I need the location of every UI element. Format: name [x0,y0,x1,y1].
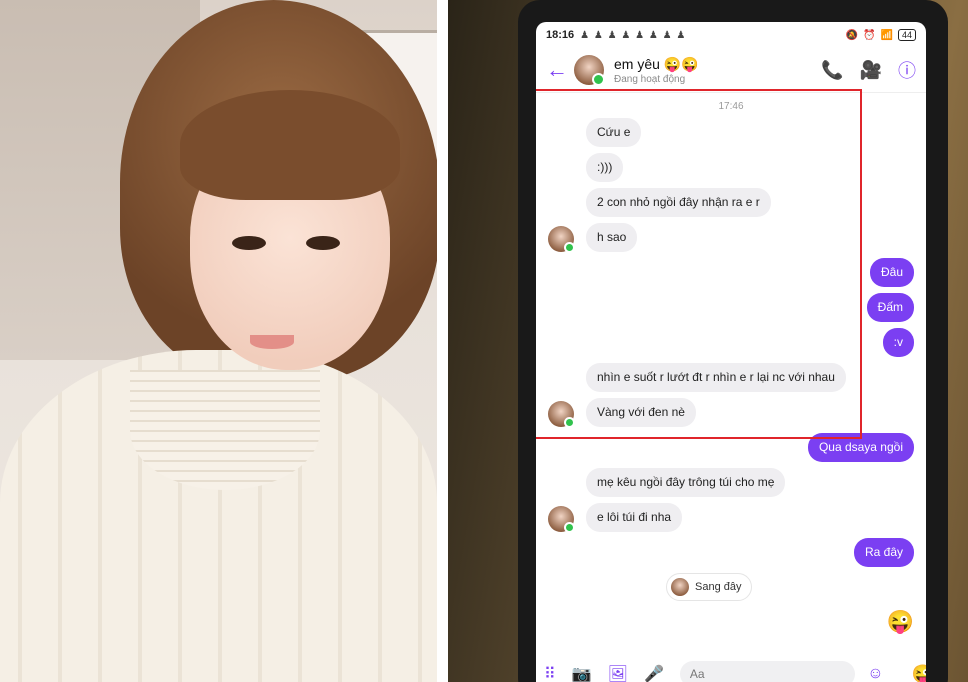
message-row: e lôi túi đi nha [548,503,914,533]
reaction-text: Sang đây [695,581,742,593]
left-eye [232,236,266,250]
phone-photo: 18:16 ♟ ♟ ♟ ♟ ♟ ♟ ♟ ♟ 🔕 ⏰ 📶 44 ← em yêu … [448,0,968,682]
message-row: :))) [548,153,914,182]
wifi-icon: 📶 [880,29,893,41]
battery-indicator: 44 [897,29,916,41]
sender-avatar[interactable] [548,401,575,428]
outgoing-message-bubble[interactable]: Ra đây [853,538,914,567]
message-row: Đấm [548,293,914,322]
outgoing-message-bubble[interactable]: Đâu [869,258,914,287]
quick-reaction-icon[interactable]: 😜 [912,664,926,682]
message-row: Vàng với đen nè [548,398,914,428]
reaction-chip[interactable]: Sang đây [666,573,753,601]
outgoing-message-bubble[interactable]: Đấm [866,293,914,322]
incoming-message-bubble[interactable]: Vàng với đen nè [586,398,696,427]
incoming-message-bubble[interactable]: h sao [586,223,638,252]
chat-timestamp: 17:46 [718,101,744,112]
message-row: nhìn e suốt r lướt đt r nhìn e r lại nc … [548,363,914,392]
portrait-photo [0,0,437,682]
phone-call-icon[interactable]: 📞 [821,60,843,81]
chat-header: ← em yêu 😜😜 Đang hoạt động 📞 🎥 ⓘ [536,48,926,93]
online-indicator [564,522,575,533]
status-bar: 18:16 ♟ ♟ ♟ ♟ ♟ ♟ ♟ ♟ 🔕 ⏰ 📶 44 [536,22,926,48]
back-arrow-icon[interactable]: ← [546,57,574,83]
contact-status: Đang hoạt động [614,73,686,85]
sender-avatar[interactable] [548,506,575,533]
microphone-icon[interactable]: 🎤 [644,664,664,682]
online-indicator [564,417,575,428]
message-row: Cứu e [548,118,914,147]
incoming-message-bubble[interactable]: e lôi túi đi nha [586,503,683,532]
messenger-screen: 18:16 ♟ ♟ ♟ ♟ ♟ ♟ ♟ ♟ 🔕 ⏰ 📶 44 ← em yêu … [536,22,926,682]
reaction-avatar [671,578,689,596]
notification-icons: ♟ ♟ ♟ ♟ ♟ ♟ ♟ ♟ [580,29,687,41]
message-input[interactable]: Aa [679,661,856,682]
message-row: h sao [548,223,914,253]
sender-avatar[interactable] [548,226,575,253]
hair-bangs [180,90,400,200]
message-row: Qua dsaya ngồi [548,433,914,462]
message-row: :v [548,328,914,357]
incoming-message-bubble[interactable]: 2 con nhỏ ngồi đây nhận ra e r [586,188,771,217]
online-indicator [592,73,605,86]
emoji-picker-icon[interactable]: ☺ [867,665,883,682]
incoming-message-bubble[interactable]: Cứu e [586,118,642,147]
contact-name: em yêu 😜😜 [614,55,699,72]
gallery-icon[interactable]: 🖼 [608,664,628,682]
incoming-message-bubble[interactable]: mẹ kêu ngồi đây trông túi cho mẹ [586,468,786,497]
camera-icon[interactable]: 📷 [572,664,592,682]
contact-avatar[interactable] [574,55,605,86]
outgoing-message-bubble[interactable]: Qua dsaya ngồi [807,433,914,462]
status-time: 18:16 [546,29,575,41]
mute-icon: 🔕 [845,29,859,41]
message-list: Cứu e:))) 2 con nhỏ ngồi đây nhận ra e r h… [548,118,914,567]
contact-info[interactable]: em yêu 😜😜 Đang hoạt động [614,56,805,85]
info-icon[interactable]: ⓘ [898,57,916,83]
sticker-emoji[interactable]: 😜 [887,609,914,635]
message-row: Đâu [548,258,914,287]
online-indicator [564,242,575,253]
outgoing-message-bubble[interactable]: :v [882,328,914,357]
message-composer: ⠿ 📷 🖼 🎤 Aa ☺ 😜 [536,656,926,682]
video-call-icon[interactable]: 🎥 [860,60,882,81]
sweater-collar [130,370,320,490]
message-row: mẹ kêu ngồi đây trông túi cho mẹ [548,468,914,497]
incoming-message-bubble[interactable]: nhìn e suốt r lướt đt r nhìn e r lại nc … [586,363,846,392]
message-row: Ra đây [548,538,914,567]
message-row: 2 con nhỏ ngồi đây nhận ra e r [548,188,914,217]
incoming-message-bubble[interactable]: :))) [586,153,624,182]
chat-thread: 17:46 Cứu e:))) 2 con nhỏ ngồi đây nhận r… [536,89,926,649]
status-right: 🔕 ⏰ 📶 44 [846,29,916,41]
alarm-icon: ⏰ [863,29,876,41]
apps-icon[interactable]: ⠿ [544,664,556,682]
lips [250,335,294,349]
right-eye [306,236,340,250]
